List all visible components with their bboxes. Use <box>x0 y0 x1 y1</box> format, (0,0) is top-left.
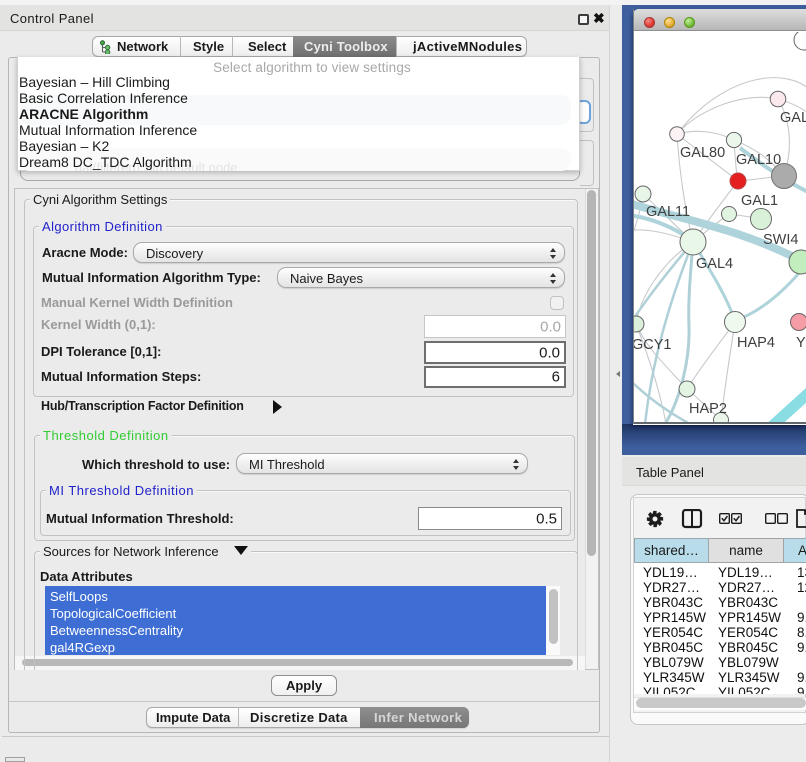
svg-text:SWI4: SWI4 <box>763 232 798 248</box>
svg-text:GAL10: GAL10 <box>736 152 781 168</box>
svg-text:GAL80: GAL80 <box>680 145 725 161</box>
svg-text:YJ: YJ <box>796 335 806 351</box>
svg-text:GCY1: GCY1 <box>634 337 672 353</box>
svg-text:GAL11: GAL11 <box>646 204 690 220</box>
svg-text:HAP4: HAP4 <box>737 335 775 351</box>
svg-text:GAL1: GAL1 <box>741 193 778 209</box>
svg-text:HAP2: HAP2 <box>689 401 727 417</box>
svg-text:GAL4: GAL4 <box>696 256 733 272</box>
svg-text:GAL7: GAL7 <box>780 110 806 126</box>
